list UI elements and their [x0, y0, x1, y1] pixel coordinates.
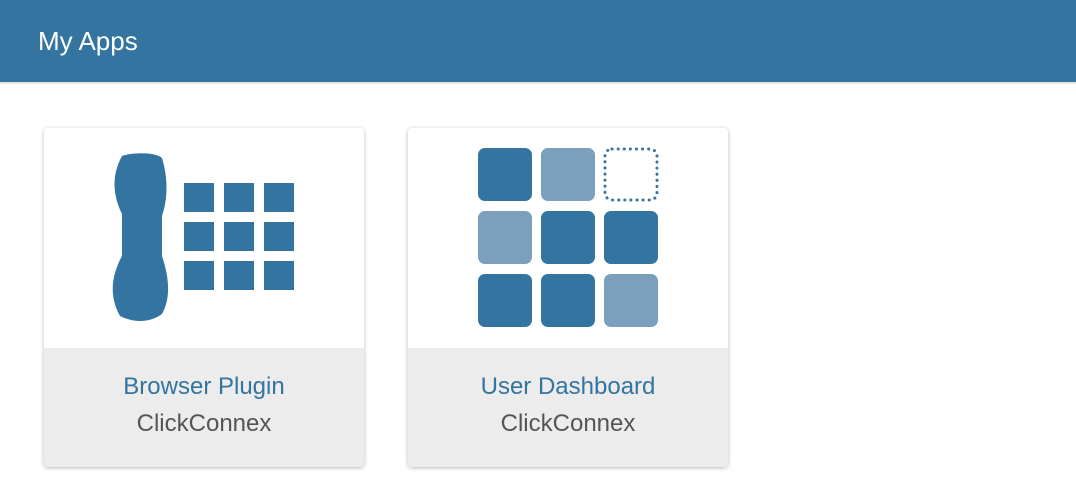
page-title: My Apps	[38, 26, 138, 56]
app-name-link[interactable]: User Dashboard	[408, 372, 728, 402]
app-vendor: ClickConnex	[500, 410, 636, 437]
dashboard-grid-icon	[478, 147, 659, 327]
app-card-image	[44, 128, 364, 348]
app-card-footer: Browser Plugin ClickConnex	[44, 348, 364, 467]
app-card-footer: User Dashboard ClickConnex	[408, 348, 728, 467]
app-card-browser-plugin[interactable]: Browser Plugin ClickConnex	[44, 128, 364, 467]
phone-keypad-icon	[112, 153, 294, 321]
app-card-image	[408, 128, 728, 348]
app-card-user-dashboard[interactable]: User Dashboard ClickConnex	[408, 128, 728, 467]
header-divider	[0, 82, 1076, 84]
app-header: My Apps	[0, 0, 1076, 82]
app-name-link[interactable]: Browser Plugin	[44, 372, 364, 402]
app-vendor: ClickConnex	[136, 410, 272, 437]
